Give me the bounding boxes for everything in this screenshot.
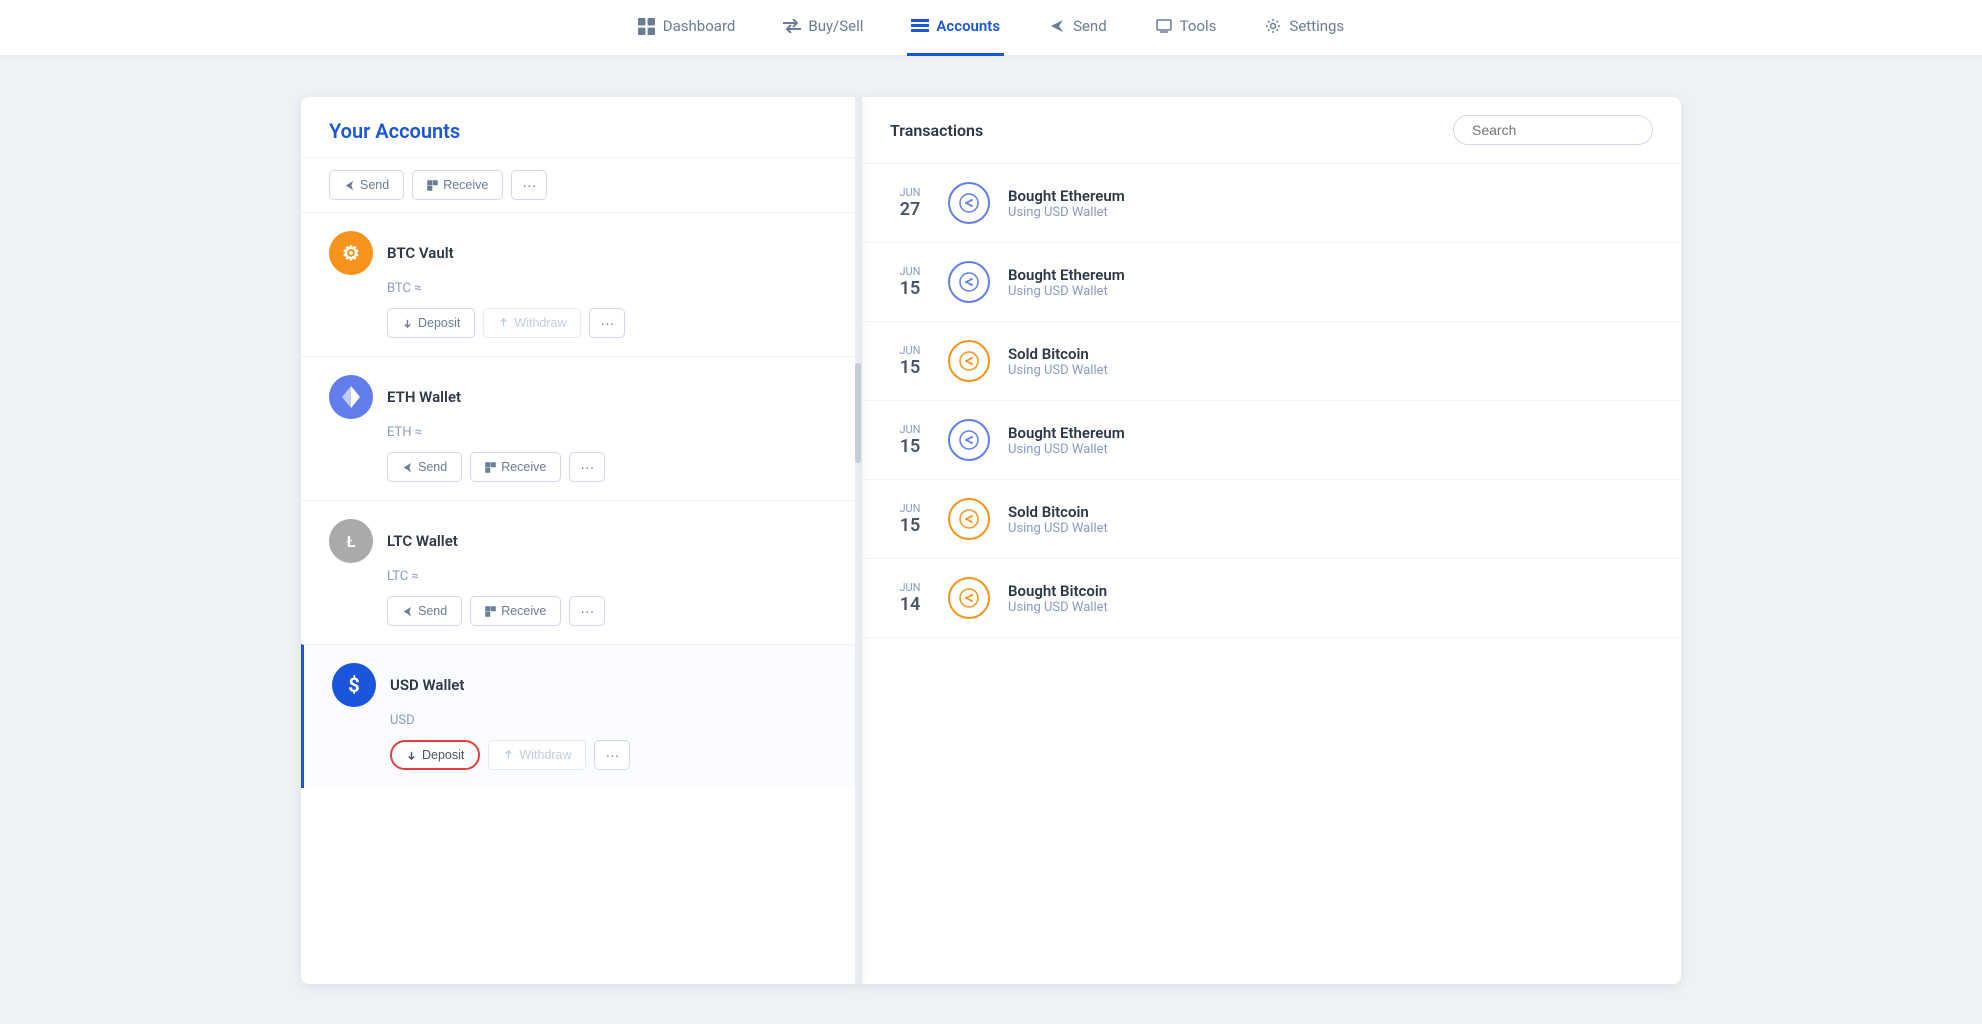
tx-date: JUN 14: [890, 581, 930, 615]
account-item-btc: ⚙ BTC Vault BTC ≈ Deposit Withdraw ···: [301, 212, 861, 356]
ltc-receive-button[interactable]: Receive: [470, 596, 561, 626]
account-item-usd: $ USD Wallet USD Deposit Withdraw ···: [301, 644, 861, 788]
tx-item: JUN 15 Sold Bitcoin Using USD Wallet: [862, 480, 1681, 559]
tx-info: Sold Bitcoin Using USD Wallet: [1008, 503, 1108, 536]
tx-title: Transactions: [890, 121, 983, 140]
tx-type-icon: [948, 577, 990, 619]
usd-more-button[interactable]: ···: [594, 740, 630, 770]
tx-date: JUN 15: [890, 344, 930, 378]
usd-withdraw-button[interactable]: Withdraw: [488, 740, 586, 770]
main-container: Your Accounts Send: [0, 57, 1982, 1024]
tx-date: JUN 15: [890, 265, 930, 299]
tx-type-icon: [948, 340, 990, 382]
nav-send[interactable]: Send: [1044, 0, 1111, 56]
send-button-top[interactable]: Send: [329, 170, 404, 200]
tx-header: Transactions: [862, 97, 1681, 164]
tx-info: Bought Ethereum Using USD Wallet: [1008, 187, 1125, 220]
send-icon: [1048, 17, 1066, 35]
transactions-panel: Transactions JUN 27 Bought Ethereum: [861, 97, 1681, 984]
dashboard-icon: [638, 17, 656, 35]
ltc-more-button[interactable]: ···: [569, 596, 605, 626]
tx-date: JUN 15: [890, 423, 930, 457]
search-input[interactable]: [1453, 115, 1653, 145]
tx-item: JUN 15 Sold Bitcoin Using USD Wallet: [862, 322, 1681, 401]
receive-button-top[interactable]: Receive: [412, 170, 503, 200]
tx-item: JUN 15 Bought Ethereum Using USD Wallet: [862, 243, 1681, 322]
tx-date: JUN 27: [890, 186, 930, 220]
tx-item: JUN 27 Bought Ethereum Using USD Wallet: [862, 164, 1681, 243]
eth-more-button[interactable]: ···: [569, 452, 605, 482]
account-item-eth: ETH Wallet ETH ≈ Send: [301, 356, 861, 500]
tx-info: Bought Ethereum Using USD Wallet: [1008, 266, 1125, 299]
scrollbar[interactable]: [855, 97, 861, 984]
usd-deposit-button[interactable]: Deposit: [390, 740, 480, 770]
settings-icon: [1264, 17, 1282, 35]
navbar: Dashboard Buy/Sell Accounts: [0, 0, 1982, 57]
eth-send-button[interactable]: Send: [387, 452, 462, 482]
nav-dashboard[interactable]: Dashboard: [634, 0, 740, 56]
tools-icon: [1155, 17, 1173, 35]
tx-type-icon: [948, 182, 990, 224]
tx-item: JUN 15 Bought Ethereum Using USD Wallet: [862, 401, 1681, 480]
tx-info: Bought Bitcoin Using USD Wallet: [1008, 582, 1108, 615]
tx-type-icon: [948, 261, 990, 303]
btc-icon: ⚙: [329, 231, 373, 275]
tx-type-icon: [948, 419, 990, 461]
ltc-icon: Ł: [329, 519, 373, 563]
btc-deposit-button[interactable]: Deposit: [387, 308, 475, 338]
btc-withdraw-button[interactable]: Withdraw: [483, 308, 581, 338]
nav-settings[interactable]: Settings: [1260, 0, 1348, 56]
nav-accounts[interactable]: Accounts: [907, 0, 1004, 56]
tx-item: JUN 14 Bought Bitcoin Using USD Wallet: [862, 559, 1681, 638]
usd-icon: $: [332, 663, 376, 707]
tx-info: Sold Bitcoin Using USD Wallet: [1008, 345, 1108, 378]
btc-more-button[interactable]: ···: [589, 308, 625, 338]
eth-icon: [329, 375, 373, 419]
tx-info: Bought Ethereum Using USD Wallet: [1008, 424, 1125, 457]
eth-receive-button[interactable]: Receive: [470, 452, 561, 482]
tx-list: JUN 27 Bought Ethereum Using USD Wallet …: [862, 164, 1681, 984]
ltc-send-button[interactable]: Send: [387, 596, 462, 626]
accounts-header: Your Accounts: [301, 97, 861, 157]
account-item-top-partial: Send Receive ···: [301, 157, 861, 212]
buysell-icon: [783, 17, 801, 35]
nav-tools[interactable]: Tools: [1151, 0, 1221, 56]
scroll-thumb: [855, 363, 861, 463]
nav-buysell[interactable]: Buy/Sell: [779, 0, 867, 56]
tx-type-icon: [948, 498, 990, 540]
accounts-icon: [911, 17, 929, 35]
more-button-top[interactable]: ···: [511, 170, 547, 200]
tx-date: JUN 15: [890, 502, 930, 536]
account-item-ltc: Ł LTC Wallet LTC ≈ Send: [301, 500, 861, 644]
accounts-panel: Your Accounts Send: [301, 97, 861, 984]
